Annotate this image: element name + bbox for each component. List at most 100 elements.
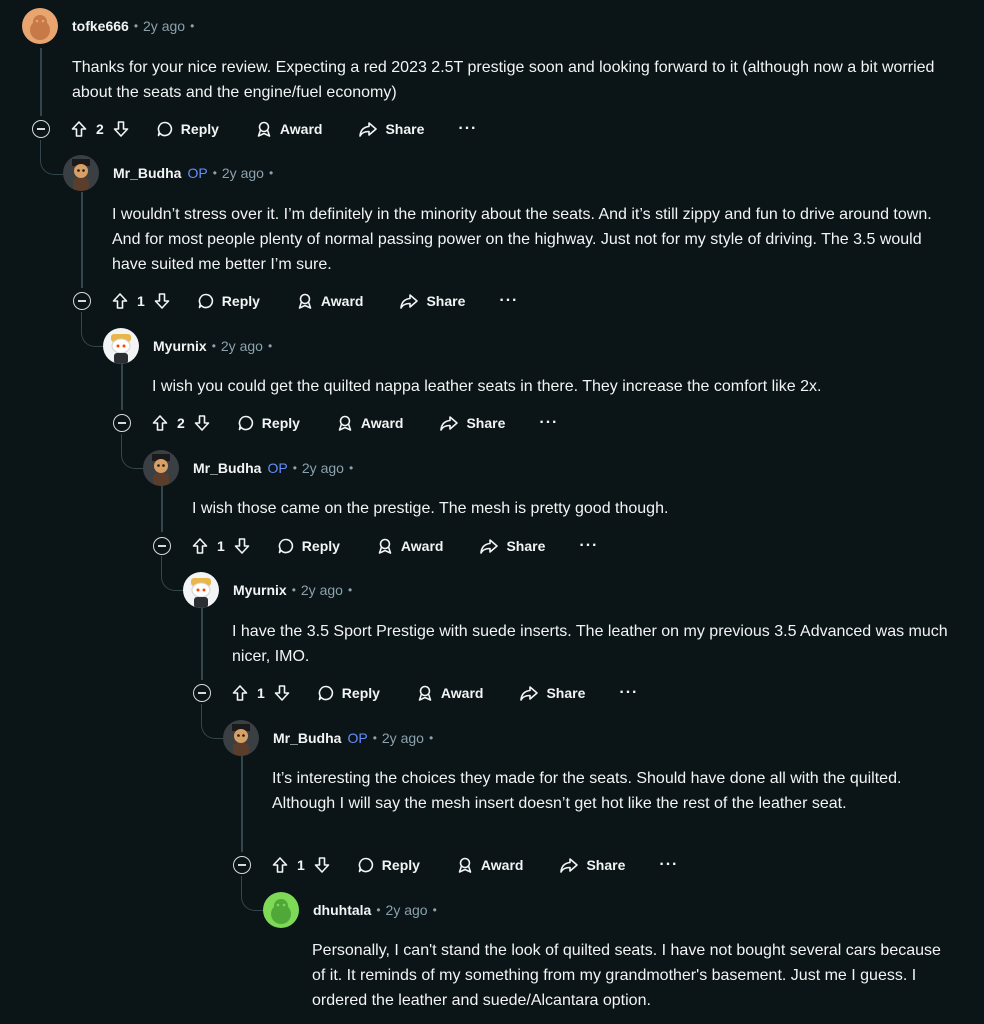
upvote-arrow-icon[interactable] bbox=[271, 856, 289, 874]
user-avatar[interactable] bbox=[183, 572, 219, 608]
meta-separator: • bbox=[133, 19, 139, 33]
upvote-arrow-icon[interactable] bbox=[191, 537, 209, 555]
downvote-arrow-icon[interactable] bbox=[313, 856, 331, 874]
more-options-icon[interactable]: ··· bbox=[619, 684, 638, 702]
collapse-minus-icon[interactable] bbox=[233, 856, 251, 874]
downvote-arrow-icon[interactable] bbox=[193, 414, 211, 432]
more-options-icon[interactable]: ··· bbox=[579, 537, 598, 555]
reply-button[interactable]: Reply bbox=[357, 856, 420, 874]
comment-body: I wish you could get the quilted nappa l… bbox=[152, 378, 822, 395]
author-name[interactable]: dhuhtala bbox=[313, 902, 371, 918]
award-ribbon-icon bbox=[298, 293, 312, 309]
user-avatar[interactable] bbox=[223, 720, 259, 756]
comment-age[interactable]: 2y ago bbox=[143, 18, 185, 34]
comment-age[interactable]: 2y ago bbox=[301, 582, 343, 598]
user-avatar[interactable] bbox=[63, 155, 99, 191]
share-button[interactable]: Share bbox=[479, 537, 545, 555]
award-button[interactable]: Award bbox=[456, 856, 523, 874]
award-button[interactable]: Award bbox=[336, 414, 404, 432]
comment-age[interactable]: 2y ago bbox=[382, 730, 424, 746]
collapse-minus-icon[interactable] bbox=[193, 684, 211, 702]
comment-age[interactable]: 2y ago bbox=[302, 460, 344, 476]
author-name[interactable]: Myurnix bbox=[233, 582, 287, 598]
share-button[interactable]: Share bbox=[559, 856, 625, 874]
collapse-minus-icon[interactable] bbox=[32, 120, 50, 138]
upvote-arrow-icon[interactable] bbox=[231, 684, 249, 702]
reply-label: Reply bbox=[221, 293, 260, 309]
author-name[interactable]: Mr_Budha bbox=[273, 730, 341, 746]
share-button[interactable]: Share bbox=[358, 120, 424, 138]
comment-header: Mr_Budha OP • 2y ago • bbox=[143, 450, 358, 486]
user-avatar[interactable] bbox=[263, 892, 299, 928]
thread-line[interactable] bbox=[40, 48, 42, 116]
thread-connector[interactable] bbox=[40, 140, 63, 175]
upvote-arrow-icon[interactable] bbox=[111, 292, 129, 310]
reply-label: Reply bbox=[180, 121, 219, 137]
comment-age[interactable]: 2y ago bbox=[221, 338, 263, 354]
award-label: Award bbox=[279, 121, 323, 137]
user-avatar[interactable] bbox=[103, 328, 139, 364]
reply-button[interactable]: Reply bbox=[156, 120, 219, 138]
thread-connector[interactable] bbox=[121, 434, 144, 469]
more-options-icon[interactable]: ··· bbox=[499, 292, 518, 310]
reply-label: Reply bbox=[301, 538, 340, 554]
share-button[interactable]: Share bbox=[519, 684, 585, 702]
reply-button[interactable]: Reply bbox=[317, 684, 380, 702]
author-name[interactable]: Mr_Budha bbox=[113, 165, 181, 181]
thread-connector[interactable] bbox=[81, 312, 104, 347]
author-name[interactable]: tofke666 bbox=[72, 18, 129, 34]
meta-separator: • bbox=[428, 731, 434, 745]
meta-separator: • bbox=[268, 166, 274, 180]
award-button[interactable]: Award bbox=[255, 120, 323, 138]
share-arrow-icon bbox=[520, 686, 539, 701]
author-name[interactable]: Mr_Budha bbox=[193, 460, 261, 476]
upvote-arrow-icon[interactable] bbox=[151, 414, 169, 432]
share-label: Share bbox=[426, 293, 466, 309]
thread-connector[interactable] bbox=[241, 876, 264, 911]
comment-body: Thanks for your nice review. Expecting a… bbox=[72, 59, 935, 101]
reply-button[interactable]: Reply bbox=[197, 292, 260, 310]
thread-line[interactable] bbox=[121, 364, 123, 410]
award-button[interactable]: Award bbox=[296, 292, 363, 310]
comment-header: Mr_Budha OP • 2y ago • bbox=[63, 155, 278, 191]
award-button[interactable]: Award bbox=[416, 684, 483, 702]
vote-controls: 1 bbox=[111, 292, 171, 310]
share-label: Share bbox=[546, 685, 586, 701]
user-avatar[interactable] bbox=[22, 8, 58, 44]
user-avatar[interactable] bbox=[143, 450, 179, 486]
thread-connector[interactable] bbox=[201, 704, 224, 739]
comment-header: Mr_Budha OP • 2y ago • bbox=[223, 720, 438, 756]
vote-count: 2 bbox=[177, 415, 185, 431]
share-label: Share bbox=[466, 415, 506, 431]
speech-bubble-icon bbox=[157, 121, 172, 137]
more-options-icon[interactable]: ··· bbox=[539, 414, 558, 432]
downvote-arrow-icon[interactable] bbox=[233, 537, 251, 555]
upvote-arrow-icon[interactable] bbox=[70, 120, 88, 138]
downvote-arrow-icon[interactable] bbox=[112, 120, 130, 138]
reply-button[interactable]: Reply bbox=[237, 414, 300, 432]
award-label: Award bbox=[360, 415, 404, 431]
comment-header: Myurnix • 2y ago • bbox=[103, 328, 277, 364]
downvote-arrow-icon[interactable] bbox=[273, 684, 291, 702]
more-options-icon[interactable]: ··· bbox=[659, 856, 678, 874]
comment-body: I wouldn’t stress over it. I’m definitel… bbox=[112, 206, 932, 273]
comment-age[interactable]: 2y ago bbox=[222, 165, 264, 181]
thread-line[interactable] bbox=[201, 608, 203, 680]
collapse-minus-icon[interactable] bbox=[153, 537, 171, 555]
share-button[interactable]: Share bbox=[399, 292, 465, 310]
thread-line[interactable] bbox=[241, 756, 243, 852]
author-name[interactable]: Myurnix bbox=[153, 338, 207, 354]
share-arrow-icon bbox=[359, 122, 378, 137]
downvote-arrow-icon[interactable] bbox=[153, 292, 171, 310]
comment-age[interactable]: 2y ago bbox=[386, 902, 428, 918]
reply-button[interactable]: Reply bbox=[277, 537, 340, 555]
share-button[interactable]: Share bbox=[439, 414, 505, 432]
speech-bubble-icon bbox=[238, 415, 253, 431]
more-options-icon[interactable]: ··· bbox=[458, 120, 477, 138]
collapse-minus-icon[interactable] bbox=[73, 292, 91, 310]
thread-line[interactable] bbox=[161, 486, 163, 532]
vote-count: 1 bbox=[217, 538, 225, 554]
thread-line[interactable] bbox=[81, 192, 83, 288]
collapse-minus-icon[interactable] bbox=[113, 414, 131, 432]
award-button[interactable]: Award bbox=[376, 537, 443, 555]
